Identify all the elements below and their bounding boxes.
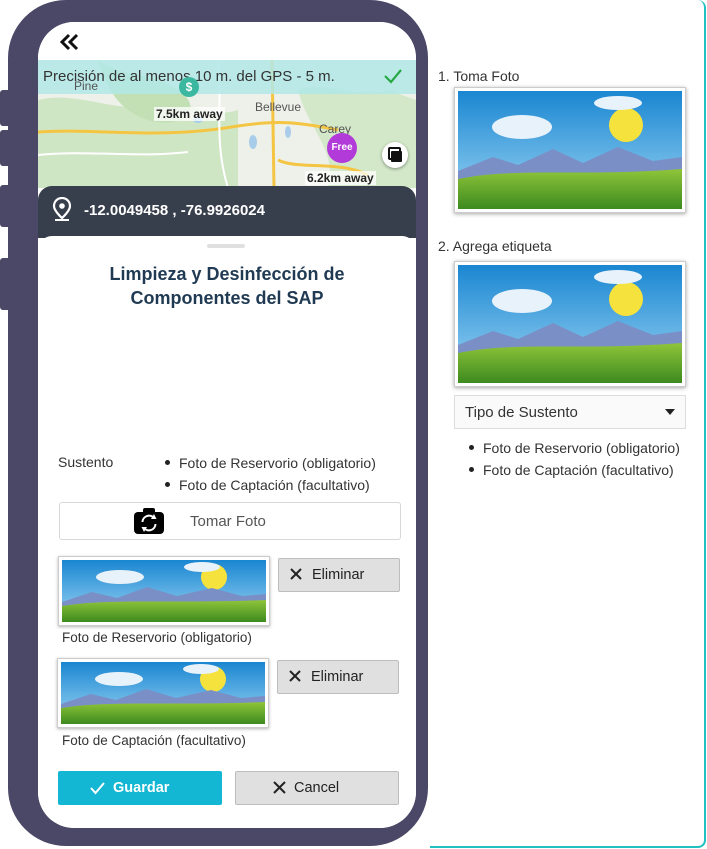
map-pin-paid[interactable]: $	[179, 77, 199, 97]
delete-label: Eliminar	[311, 669, 364, 685]
landscape-photo	[62, 560, 266, 622]
drag-handle[interactable]	[207, 244, 245, 248]
camera-switch-icon	[134, 508, 164, 534]
close-icon	[290, 568, 302, 580]
map-view[interactable]: Precisión de al menos 10 m. del GPS - 5 …	[38, 60, 416, 188]
instructions-panel: 1. Toma Foto 2. Agrega etiqueta Tipo de …	[430, 0, 706, 848]
save-label: Guardar	[113, 780, 170, 796]
map-place-label: Pine	[74, 79, 99, 93]
phone-frame: Precisión de al menos 10 m. del GPS - 5 …	[0, 0, 428, 846]
sustento-label: Sustento	[58, 454, 114, 470]
landscape-photo	[458, 91, 682, 209]
sustento-options-list: Foto de Reservorio (obligatorio) Foto de…	[468, 437, 680, 481]
map-pin-distance: 6.2km away	[305, 171, 376, 185]
take-photo-label: Tomar Foto	[190, 513, 266, 530]
sustento-type-select[interactable]: Tipo de Sustento	[454, 395, 686, 429]
map-layers-button[interactable]	[382, 142, 408, 168]
example-photo	[454, 261, 686, 387]
map-pin-distance: 7.5km away	[154, 107, 225, 121]
double-chevron-left-icon[interactable]	[58, 31, 80, 53]
photo-caption: Foto de Captación (facultativo)	[62, 733, 246, 748]
cancel-label: Cancel	[294, 780, 340, 796]
caret-down-icon	[665, 409, 675, 415]
list-item: Foto de Captación (facultativo)	[468, 459, 680, 481]
photo-thumbnail[interactable]	[58, 556, 270, 626]
phone-side-button	[0, 90, 10, 126]
save-button[interactable]: Guardar	[58, 771, 222, 805]
close-icon	[289, 670, 301, 682]
close-icon	[273, 781, 286, 794]
list-item: Foto de Reservorio (obligatorio)	[468, 437, 680, 459]
check-icon	[90, 782, 105, 795]
coordinates-text: -12.0049458 , -76.9926024	[84, 202, 265, 219]
cancel-button[interactable]: Cancel	[235, 771, 399, 805]
check-icon	[384, 69, 402, 84]
form-sheet: Limpieza y Desinfección de Componentes d…	[38, 236, 416, 828]
photo-thumbnail[interactable]	[57, 658, 269, 728]
location-pin-icon	[52, 197, 72, 221]
map-pin-free[interactable]: Free	[327, 133, 357, 163]
phone-side-button	[0, 185, 10, 227]
landscape-photo	[61, 662, 265, 724]
list-item: Foto de Reservorio (obligatorio)	[163, 452, 376, 474]
phone-screen: Precisión de al menos 10 m. del GPS - 5 …	[38, 22, 416, 828]
landscape-photo	[458, 265, 682, 383]
take-photo-button[interactable]: Tomar Foto	[59, 502, 401, 540]
map-place-label: Bellevue	[255, 100, 302, 114]
select-value: Tipo de Sustento	[465, 404, 578, 421]
photo-caption: Foto de Reservorio (obligatorio)	[62, 630, 252, 645]
phone-side-button	[0, 130, 10, 166]
layers-icon	[388, 147, 402, 162]
list-item: Foto de Captación (facultativo)	[163, 474, 376, 496]
step-1-label: 1. Toma Foto	[438, 68, 520, 84]
example-photo	[454, 87, 686, 213]
sustento-list: Foto de Reservorio (obligatorio) Foto de…	[163, 452, 376, 496]
phone-side-button	[0, 258, 10, 310]
delete-photo-button[interactable]: Eliminar	[278, 558, 400, 592]
step-2-label: 2. Agrega etiqueta	[438, 238, 552, 254]
page-title: Limpieza y Desinfección de Componentes d…	[109, 264, 345, 308]
delete-label: Eliminar	[312, 567, 365, 583]
delete-photo-button[interactable]: Eliminar	[277, 660, 399, 694]
top-bar	[38, 22, 416, 60]
coordinates-bar: -12.0049458 , -76.9926024	[38, 186, 416, 238]
